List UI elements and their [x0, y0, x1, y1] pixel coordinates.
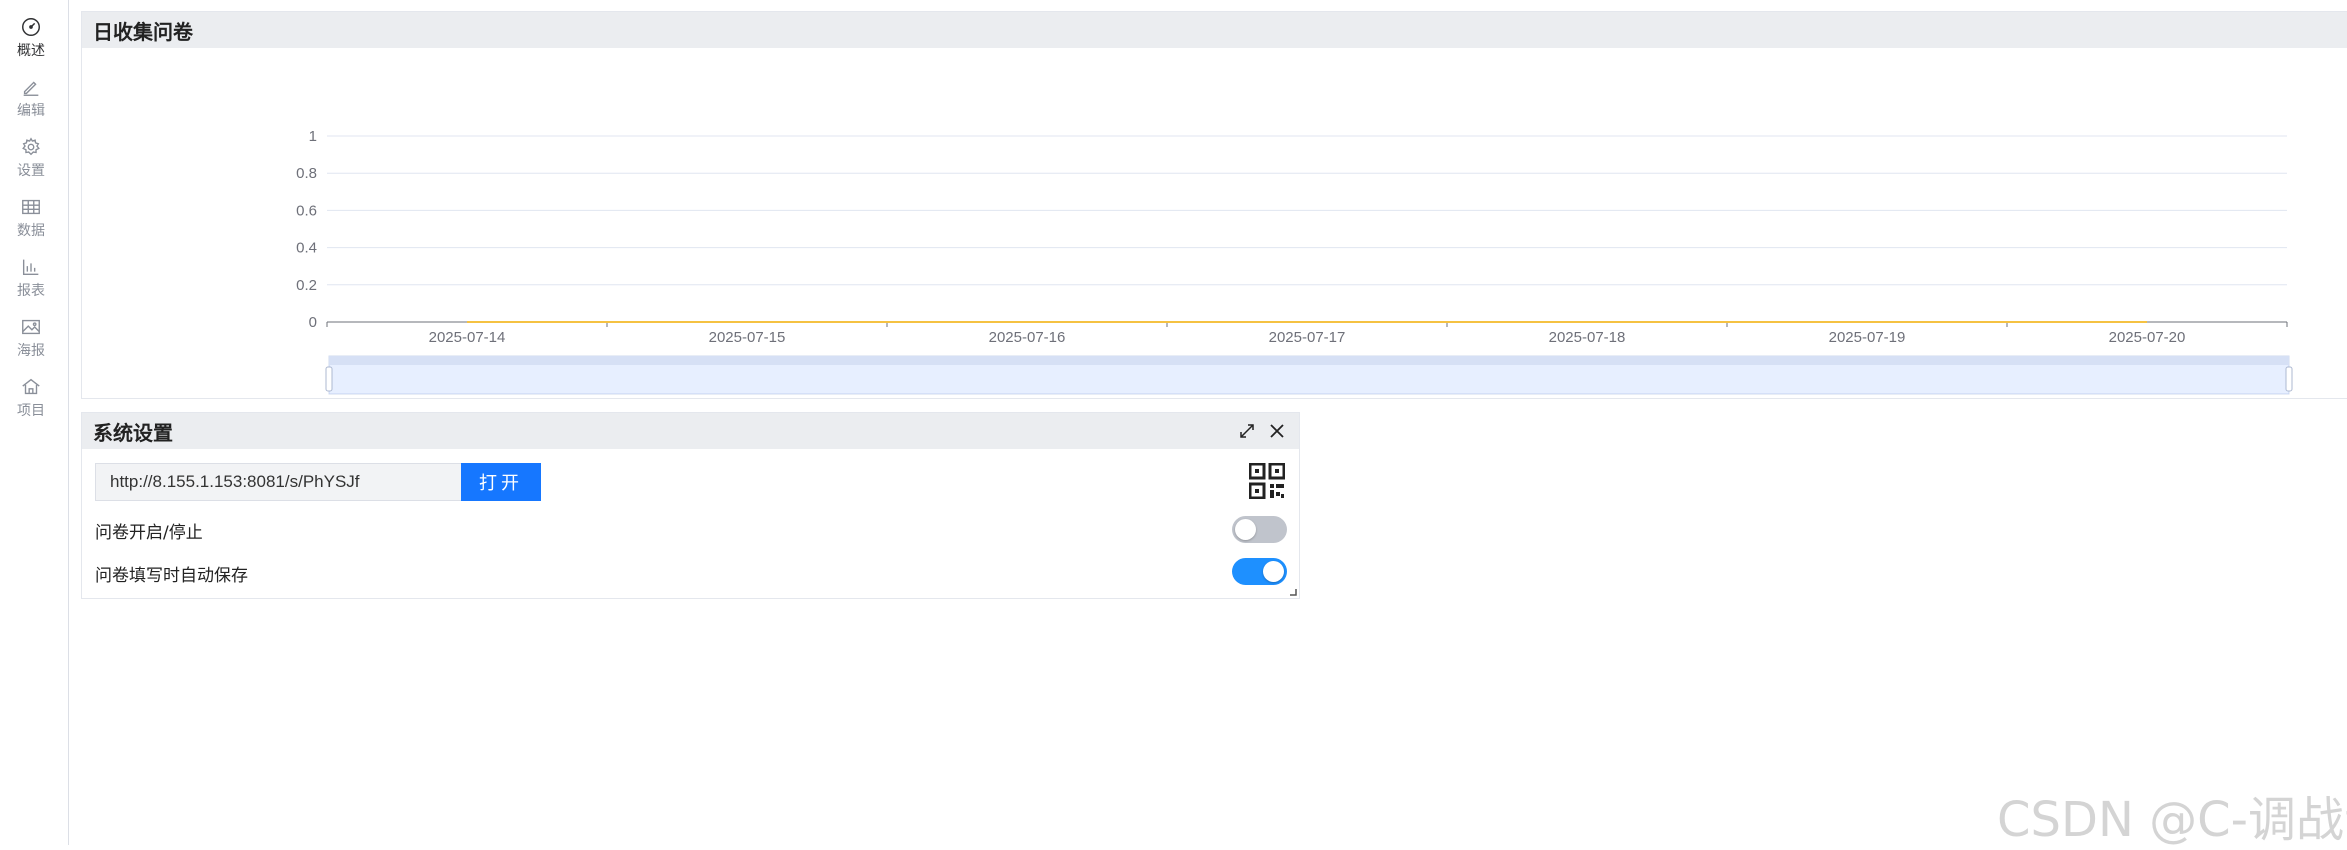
x-tick-label: 2025-07-18 — [1549, 329, 1626, 346]
qr-code-icon[interactable] — [1249, 463, 1285, 499]
image-icon — [20, 316, 42, 338]
dashboard-icon — [20, 16, 42, 38]
x-tick-label: 2025-07-16 — [989, 329, 1066, 346]
x-tick-label: 2025-07-17 — [1269, 329, 1346, 346]
sidebar-item-settings[interactable]: 设置 — [0, 130, 62, 188]
y-tick-label: 0.4 — [296, 240, 317, 257]
chart-panel: 日收集问卷 0 0.2 0.4 0.6 0.8 1 2025-07-14 2025-07-15… — [81, 11, 2347, 399]
settings-panel-header: 系统设置 — [82, 413, 1299, 449]
x-tick-label: 2025-07-19 — [1829, 329, 1906, 346]
table-icon — [20, 196, 42, 218]
daily-collection-chart: 0 0.2 0.4 0.6 0.8 1 2025-07-14 2025-07-15 2025-0… — [82, 48, 2347, 398]
x-tick-label: 2025-07-15 — [709, 329, 786, 346]
sidebar-item-label: 设置 — [17, 160, 45, 180]
datazoom-handle-left[interactable] — [326, 367, 332, 391]
toggle-label-open-stop: 问卷开启/停止 — [95, 518, 203, 543]
y-tick-label: 1 — [309, 128, 317, 145]
watermark: CSDN @C-调战士 — [1997, 780, 2347, 850]
resize-handle[interactable] — [1289, 588, 1297, 596]
sidebar-item-label: 编辑 — [17, 100, 45, 120]
x-tick-label: 2025-07-14 — [429, 329, 506, 346]
x-tick-label: 2025-07-20 — [2109, 329, 2186, 346]
y-tick-label: 0 — [309, 314, 317, 331]
settings-panel: 系统设置 打开 问卷开启/停止 问卷填写时自动保存 — [81, 412, 1300, 599]
toggle-knob — [1263, 561, 1284, 582]
expand-icon[interactable] — [1237, 421, 1257, 441]
y-tick-label: 0.8 — [296, 165, 317, 182]
open-button[interactable]: 打开 — [461, 463, 541, 501]
sidebar-item-label: 数据 — [17, 220, 45, 240]
y-tick-label: 0.6 — [296, 202, 317, 219]
survey-open-stop-toggle[interactable] — [1232, 516, 1287, 543]
survey-url-row: 打开 — [95, 463, 541, 501]
close-icon[interactable] — [1267, 421, 1287, 441]
auto-save-toggle[interactable] — [1232, 558, 1287, 585]
panel-header-actions — [1237, 421, 1287, 441]
bar-chart-icon — [20, 256, 42, 278]
datazoom-move-bar — [329, 356, 2289, 365]
chart-panel-title: 日收集问卷 — [93, 16, 193, 45]
home-icon — [20, 376, 42, 398]
sidebar-item-poster[interactable]: 海报 — [0, 310, 62, 368]
gear-icon — [20, 136, 42, 158]
sidebar-item-label: 报表 — [17, 280, 45, 300]
y-tick-label: 0.2 — [296, 277, 317, 294]
pencil-icon — [20, 76, 42, 98]
sidebar-item-data[interactable]: 数据 — [0, 190, 62, 248]
survey-url-input[interactable] — [95, 463, 461, 501]
sidebar-item-overview[interactable]: 概述 — [0, 10, 62, 68]
toggle-knob — [1235, 519, 1256, 540]
settings-panel-title: 系统设置 — [93, 417, 173, 446]
chart-panel-header: 日收集问卷 — [82, 12, 2347, 48]
sidebar: 概述 编辑 设置 数据 报表 海报 项目 — [0, 0, 69, 845]
sidebar-item-project[interactable]: 项目 — [0, 370, 62, 428]
datazoom-handle-right[interactable] — [2286, 367, 2292, 391]
sidebar-item-label: 概述 — [17, 40, 45, 60]
sidebar-item-label: 项目 — [17, 400, 45, 420]
sidebar-item-label: 海报 — [17, 340, 45, 360]
sidebar-item-edit[interactable]: 编辑 — [0, 70, 62, 128]
toggle-label-autosave: 问卷填写时自动保存 — [95, 561, 248, 586]
sidebar-item-report[interactable]: 报表 — [0, 250, 62, 308]
